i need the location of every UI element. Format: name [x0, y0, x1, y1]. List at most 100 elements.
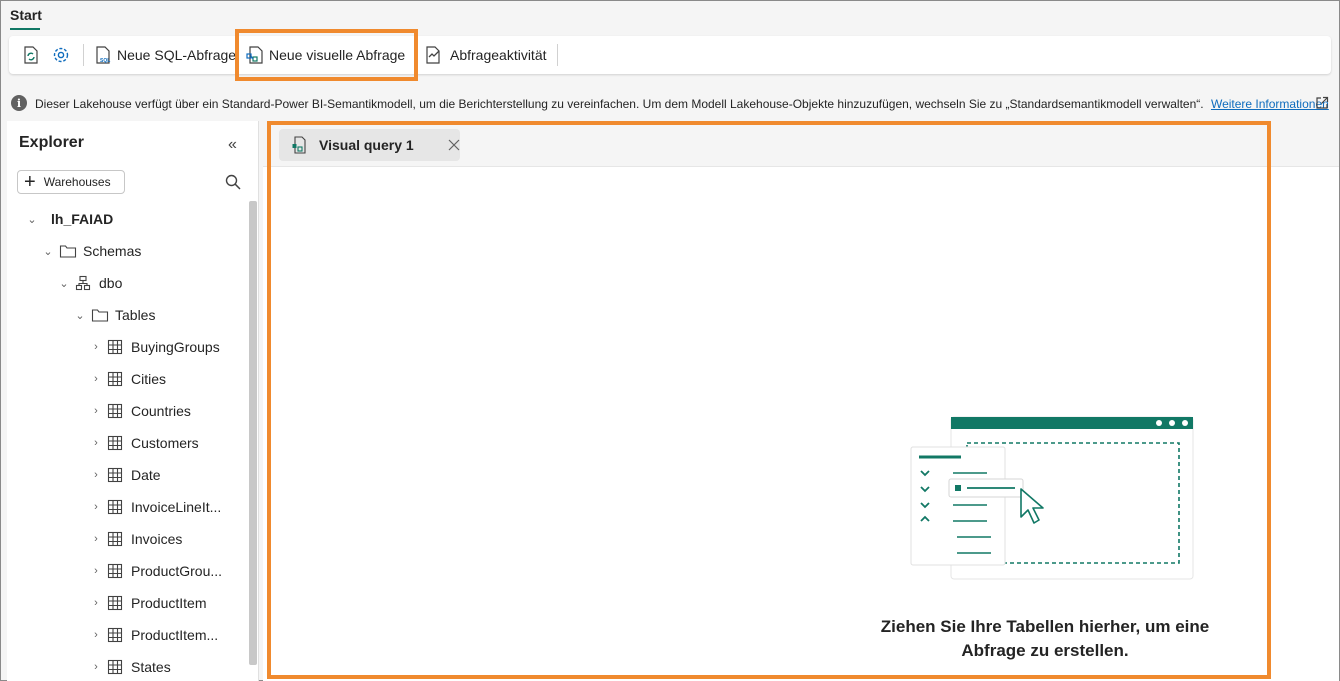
tree-item-table[interactable]: › Cities: [89, 367, 166, 391]
tree-item-table[interactable]: › ProductItem...: [89, 623, 218, 647]
visual-query-icon: [292, 136, 306, 154]
tree-item-dbo[interactable]: ⌄ dbo: [57, 271, 122, 295]
tree-item-label: Countries: [131, 403, 191, 419]
tree-item-schemas[interactable]: ⌄ Schemas: [41, 239, 141, 263]
visual-query-editor: Visual query 1 Ziehen Sie Ihre Tabellen …: [263, 121, 1339, 681]
chevron-right-icon: ›: [94, 501, 98, 513]
new-sql-query-button[interactable]: SQL Neue SQL-Abfrage: [93, 36, 236, 74]
tree-item-label: Customers: [131, 435, 199, 451]
table-icon: [107, 371, 123, 387]
chevron-right-icon: ›: [94, 565, 98, 577]
chevron-down-icon: ⌄: [59, 277, 69, 290]
tree-item-table[interactable]: › ProductItem: [89, 591, 206, 615]
svg-text:SQL: SQL: [100, 58, 110, 64]
tree-item-label: Date: [131, 467, 161, 483]
chevron-down-icon: ⌄: [27, 213, 37, 226]
tree-item-table[interactable]: › ProductGrou...: [89, 559, 222, 583]
tree-item-label: InvoiceLineIt...: [131, 499, 222, 515]
chevron-right-icon: ›: [94, 405, 98, 417]
tab-visual-query-1[interactable]: Visual query 1: [279, 129, 460, 161]
tab-start-indicator: [10, 28, 40, 30]
table-icon: [107, 499, 123, 515]
tree-item-label: ProductItem...: [131, 627, 219, 643]
table-icon: [107, 659, 123, 675]
toolbar-separator: [83, 44, 84, 66]
chevron-down-icon: ⌄: [43, 245, 53, 258]
tree-item-label: lh_FAIAD: [51, 211, 114, 227]
tree-item-label: States: [131, 659, 171, 675]
learn-more-link[interactable]: Weitere Informationen: [1211, 97, 1329, 111]
toolbar-separator: [557, 44, 558, 66]
table-icon: [107, 627, 123, 643]
tree-item-label: Cities: [131, 371, 167, 387]
tree-item-label: Invoices: [131, 531, 183, 547]
new-visual-query-button[interactable]: Neue visuelle Abfrage: [245, 36, 405, 74]
folder-icon: [91, 309, 109, 322]
add-warehouses-button[interactable]: + Warehouses: [17, 170, 125, 194]
table-icon: [107, 467, 123, 483]
settings-button[interactable]: [51, 36, 75, 74]
tree-item-label: BuyingGroups: [131, 339, 220, 355]
chevron-right-icon: ›: [94, 437, 98, 449]
refresh-button[interactable]: [21, 36, 45, 74]
empty-canvas-message: Ziehen Sie Ihre Tabellen hierher, um ein…: [880, 617, 1210, 660]
plus-icon: +: [24, 171, 36, 193]
info-icon: i: [11, 95, 27, 111]
tree-item-label: dbo: [99, 275, 123, 291]
chevron-right-icon: ›: [94, 629, 98, 641]
table-icon: [107, 403, 123, 419]
tree-item-table[interactable]: › Customers: [89, 431, 199, 455]
table-icon: [107, 435, 123, 451]
external-link-icon[interactable]: [1315, 96, 1329, 110]
chevron-down-icon: ⌄: [75, 309, 85, 322]
chevron-right-icon: ›: [94, 533, 98, 545]
close-icon[interactable]: [445, 136, 463, 154]
empty-canvas-illustration: [910, 416, 1194, 580]
document-tabbar: Visual query 1: [263, 121, 1339, 167]
chevron-right-icon: ›: [94, 661, 98, 673]
info-message: Dieser Lakehouse verfügt über ein Standa…: [35, 97, 1329, 111]
tree-item-label: ProductItem: [131, 595, 207, 611]
info-message-text: Dieser Lakehouse verfügt über ein Standa…: [35, 97, 1204, 111]
tree-item-table[interactable]: › InvoiceLineIt...: [89, 495, 221, 519]
query-activity-icon: [426, 46, 440, 64]
tab-label: Visual query 1: [319, 137, 414, 153]
chevron-right-icon: ›: [94, 597, 98, 609]
tree-item-table[interactable]: › Countries: [89, 399, 191, 423]
query-activity-button[interactable]: Abfrageaktivität: [424, 36, 547, 74]
tree-item-table[interactable]: › BuyingGroups: [89, 335, 220, 359]
tree-item-label: Schemas: [83, 243, 142, 259]
folder-icon: [59, 245, 77, 258]
collapse-pane-icon[interactable]: «: [228, 136, 237, 154]
schema-icon: [75, 275, 91, 291]
chevron-right-icon: ›: [94, 373, 98, 385]
tab-start[interactable]: Start: [10, 7, 42, 23]
new-sql-query-label: Neue SQL-Abfrage: [117, 47, 237, 63]
tree-item-tables[interactable]: ⌄ Tables: [73, 303, 155, 327]
query-activity-label: Abfrageaktivität: [450, 47, 547, 63]
chevron-right-icon: ›: [94, 469, 98, 481]
tree-item-table[interactable]: › Invoices: [89, 527, 182, 551]
tree-item-table[interactable]: › Date: [89, 463, 161, 487]
tree-item-label: Tables: [115, 307, 156, 323]
visual-query-icon: [246, 46, 263, 64]
explorer-title: Explorer: [19, 134, 84, 151]
explorer-panel: Explorer « + Warehouses ⌄ lh_FAIAD ⌄ Sch…: [7, 121, 259, 681]
toolbar: SQL Neue SQL-Abfrage Neue visuelle Abfra…: [9, 36, 1331, 74]
table-icon: [107, 339, 123, 355]
new-visual-query-label: Neue visuelle Abfrage: [269, 47, 406, 63]
tree-item-label: ProductGrou...: [131, 563, 223, 579]
chevron-right-icon: ›: [94, 341, 98, 353]
refresh-icon: [24, 46, 38, 64]
explorer-scrollbar[interactable]: [249, 201, 257, 665]
table-icon: [107, 563, 123, 579]
table-icon: [107, 531, 123, 547]
search-icon[interactable]: [224, 173, 242, 191]
gear-icon: [53, 47, 69, 63]
table-icon: [107, 595, 123, 611]
tree-item-lakehouse[interactable]: ⌄ lh_FAIAD: [25, 207, 113, 231]
tree-item-table[interactable]: › States: [89, 655, 171, 679]
sql-file-icon: SQL: [96, 46, 110, 64]
ribbon-tabstrip: Start: [1, 1, 1339, 35]
add-warehouses-label: Warehouses: [43, 175, 111, 189]
